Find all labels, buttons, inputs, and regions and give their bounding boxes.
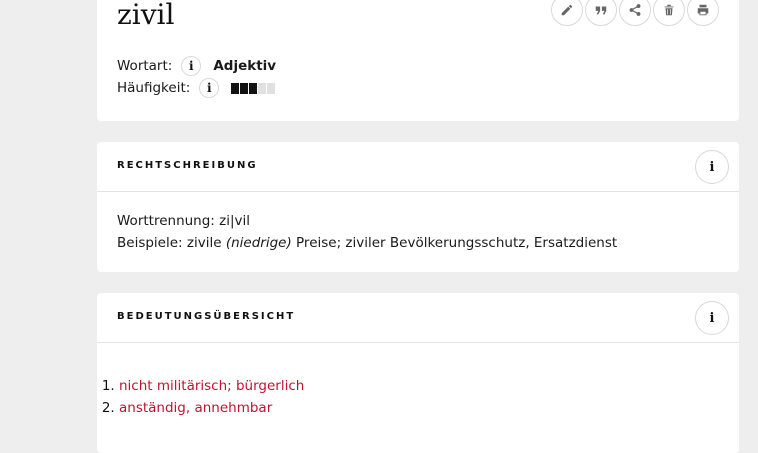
beispiele-pre: zivile [186,235,222,251]
share-icon [629,4,641,16]
wortart-label: Wortart: [117,58,173,74]
entry-card: zivil Wortart: i Adjektiv Häufigkeit: i [97,0,739,121]
trash-icon [664,4,674,16]
share-button[interactable] [619,0,651,26]
wortart-value: Adjektiv [213,58,277,74]
haeufigkeit-row: Häufigkeit: i [117,78,276,98]
meanings-list: nicht militärisch; bürgerlich anständig,… [99,375,304,419]
beispiele-italic: (niedrige) [225,235,292,251]
beispiele-post: Preise; ziviler Bevölkerungsschutz, Ersa… [296,235,618,251]
wortart-row: Wortart: i Adjektiv [117,56,276,76]
bedeutungen-header: BEDEUTUNGSÜBERSICHT i [97,293,739,343]
worttrennung-value: zi|vil [219,213,251,229]
beispiele-label: Beispiele: [117,235,183,251]
beispiele-line: Beispiele: zivile (niedrige) Preise; ziv… [117,232,617,254]
frequency-bar [249,82,258,94]
worttrennung-line: Worttrennung: zi|vil [117,210,617,232]
rechtschreibung-body: Worttrennung: zi|vil Beispiele: zivile (… [117,210,617,254]
print-button[interactable] [687,0,719,26]
rechtschreibung-info-button[interactable]: i [695,150,729,184]
list-item: anständig, annehmbar [119,397,304,419]
frequency-bars [231,82,276,94]
bedeutungen-title: BEDEUTUNGSÜBERSICHT [117,311,296,322]
delete-button[interactable] [653,0,685,26]
wortart-info-button[interactable]: i [181,56,202,76]
frequency-bar [231,82,240,94]
quote-icon [595,6,607,15]
edit-button[interactable] [551,0,583,26]
quote-button[interactable] [585,0,617,26]
rechtschreibung-header: RECHTSCHREIBUNG i [97,142,739,192]
worttrennung-label: Worttrennung: [117,213,215,229]
rechtschreibung-title: RECHTSCHREIBUNG [117,160,258,171]
bedeutungen-info-button[interactable]: i [695,301,729,335]
list-item: nicht militärisch; bürgerlich [119,375,304,397]
print-icon [697,4,709,16]
frequency-bar [258,82,267,94]
meaning-link-2[interactable]: anständig, annehmbar [119,400,272,416]
headword: zivil [117,0,175,31]
frequency-bar [267,82,276,94]
rechtschreibung-card: RECHTSCHREIBUNG i Worttrennung: zi|vil B… [97,142,739,272]
frequency-bar [240,82,249,94]
haeufigkeit-label: Häufigkeit: [117,80,191,96]
meaning-link-1[interactable]: nicht militärisch; bürgerlich [119,378,304,394]
bedeutungen-card: BEDEUTUNGSÜBERSICHT i nicht militärisch;… [97,293,739,453]
haeufigkeit-info-button[interactable]: i [199,78,220,98]
edit-icon [561,4,573,16]
entry-toolbar [551,0,719,26]
